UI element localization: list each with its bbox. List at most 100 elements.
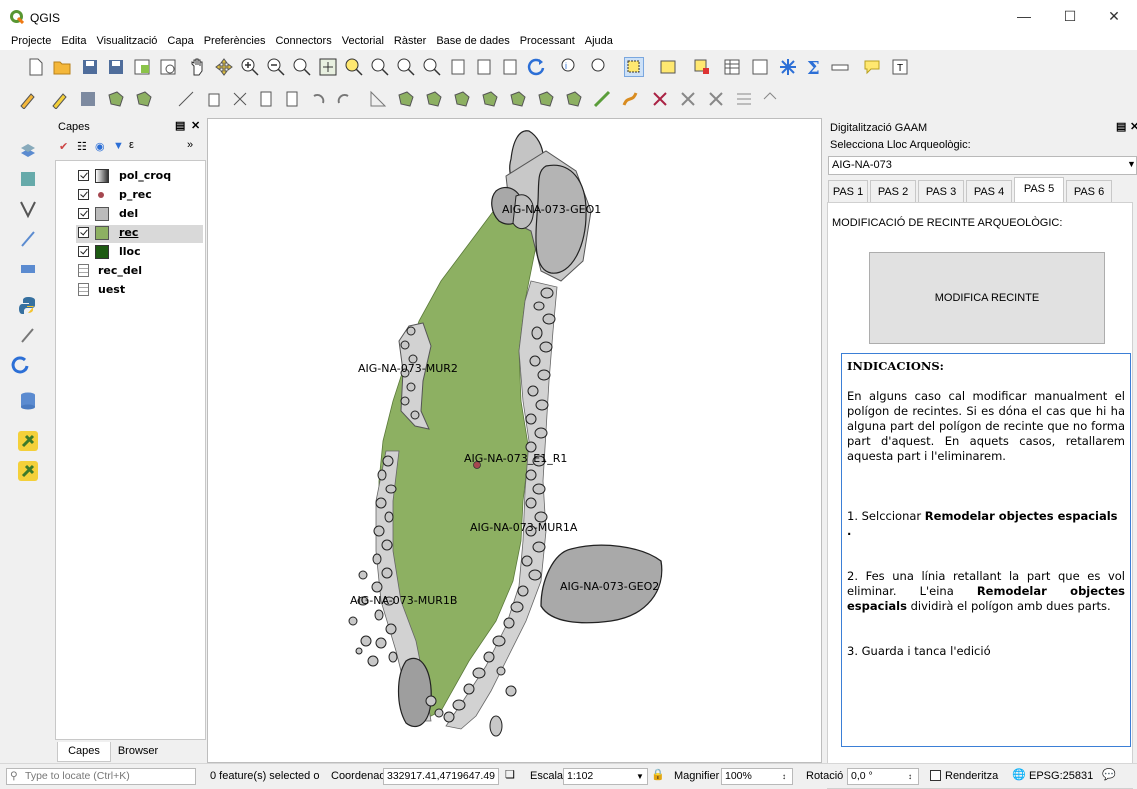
save-project-icon[interactable] bbox=[80, 57, 100, 77]
delete-selected-icon[interactable] bbox=[204, 89, 224, 109]
add-part-icon[interactable] bbox=[424, 89, 444, 109]
current-edits-icon[interactable] bbox=[18, 89, 38, 110]
scale-field[interactable]: 1:102 ▼ bbox=[563, 768, 648, 785]
layer-checkbox[interactable] bbox=[78, 170, 89, 181]
layer-row-rec-del[interactable]: rec_del bbox=[78, 263, 203, 281]
redo-icon[interactable] bbox=[334, 89, 354, 109]
merge-features-icon[interactable] bbox=[706, 89, 726, 109]
float-panel-icon[interactable]: ▤ bbox=[1116, 120, 1126, 133]
filter-expression-icon[interactable]: ε bbox=[129, 139, 134, 151]
messages-icon[interactable]: 💬 bbox=[1102, 768, 1116, 781]
add-spatialite-icon[interactable] bbox=[18, 259, 38, 279]
new-print-layout-icon[interactable] bbox=[132, 57, 152, 77]
measure-icon[interactable] bbox=[830, 57, 850, 77]
add-raster-icon[interactable] bbox=[18, 169, 38, 189]
layer-checkbox[interactable] bbox=[78, 227, 89, 238]
menu-capa[interactable]: Capa bbox=[162, 33, 198, 50]
undo-icon[interactable] bbox=[308, 89, 328, 109]
locator-input[interactable]: ⚲ Type to locate (Ctrl+K) bbox=[6, 768, 196, 785]
temporal-controller-icon[interactable] bbox=[500, 57, 520, 77]
menu-preferencies[interactable]: Preferències bbox=[199, 33, 271, 50]
sum-icon[interactable]: Σ bbox=[804, 57, 824, 79]
paste-icon[interactable] bbox=[282, 89, 302, 109]
menu-vectorial[interactable]: Vectorial bbox=[337, 33, 389, 50]
new-project-icon[interactable] bbox=[26, 57, 46, 77]
delete-ring-icon[interactable] bbox=[480, 89, 500, 109]
identify-icon[interactable]: i bbox=[560, 57, 580, 77]
split-parts-icon[interactable] bbox=[678, 89, 698, 109]
visibility-icon[interactable]: ◉ bbox=[95, 140, 105, 153]
menu-processant[interactable]: Processant bbox=[515, 33, 580, 50]
fill-ring-icon[interactable] bbox=[452, 89, 472, 109]
float-panel-icon[interactable]: ▤ bbox=[175, 119, 185, 132]
tab-capes[interactable]: Capes bbox=[57, 742, 111, 762]
copy-icon[interactable] bbox=[256, 89, 276, 109]
mouse-extent-icon[interactable]: ❏ bbox=[505, 768, 515, 781]
save-edits-icon[interactable] bbox=[78, 89, 98, 109]
trim-extend-icon[interactable] bbox=[620, 89, 640, 109]
attribute-table-icon[interactable] bbox=[722, 57, 742, 77]
tab-pas-6[interactable]: PAS 6 bbox=[1066, 180, 1112, 202]
add-delimited-text-icon[interactable] bbox=[18, 229, 38, 249]
run-action-icon[interactable] bbox=[590, 57, 610, 77]
layer-row-uest[interactable]: uest bbox=[78, 282, 203, 300]
rotate-point-symbols-icon[interactable] bbox=[760, 89, 780, 109]
lock-scale-icon[interactable]: 🔒 bbox=[651, 768, 665, 781]
show-bookmarks-icon[interactable] bbox=[474, 57, 494, 77]
menu-visualitzacio[interactable]: Visualització bbox=[91, 33, 162, 50]
coordinate-field[interactable]: 332917.41,4719647.49 bbox=[383, 768, 499, 785]
data-source-manager-icon[interactable] bbox=[18, 139, 38, 159]
select-by-value-icon[interactable] bbox=[658, 57, 678, 77]
layer-checkbox[interactable] bbox=[78, 208, 89, 219]
zoom-native-icon[interactable] bbox=[292, 57, 312, 77]
tab-pas-1[interactable]: PAS 1 bbox=[828, 180, 868, 202]
script-editor-icon[interactable] bbox=[18, 325, 38, 345]
maximize-button[interactable]: ☐ bbox=[1047, 0, 1093, 33]
merge-attributes-icon[interactable] bbox=[734, 89, 754, 109]
layer-row-lloc[interactable]: lloc bbox=[78, 244, 203, 262]
menu-projecte[interactable]: Projecte bbox=[6, 33, 56, 50]
styling-icon[interactable]: ✔ bbox=[59, 140, 68, 153]
zoom-full-icon[interactable] bbox=[318, 57, 338, 77]
plugin-gaam-icon-2[interactable] bbox=[18, 461, 38, 481]
zoom-out-icon[interactable] bbox=[266, 57, 286, 77]
reshape-features-icon[interactable] bbox=[536, 89, 556, 109]
filter-icon[interactable]: ▼ bbox=[113, 140, 124, 152]
menu-raster[interactable]: Ràster bbox=[389, 33, 431, 50]
toggle-editing-icon[interactable] bbox=[50, 89, 70, 110]
menu-base-de-dades[interactable]: Base de dades bbox=[431, 33, 514, 50]
layer-checkbox[interactable] bbox=[78, 189, 89, 200]
layer-row-p-rec[interactable]: p_rec bbox=[78, 187, 203, 205]
menu-connectors[interactable]: Connectors bbox=[270, 33, 336, 50]
magnifier-field[interactable]: 100% ↕ bbox=[721, 768, 793, 785]
text-annotation-icon[interactable]: T bbox=[890, 57, 910, 77]
layout-manager-icon[interactable] bbox=[158, 57, 178, 77]
tab-pas-2[interactable]: PAS 2 bbox=[870, 180, 916, 202]
select-features-icon[interactable] bbox=[624, 57, 644, 77]
split-features-icon[interactable] bbox=[650, 89, 670, 109]
pan-to-selection-icon[interactable] bbox=[214, 57, 234, 77]
deselect-icon[interactable] bbox=[692, 57, 712, 77]
zoom-selection-icon[interactable] bbox=[344, 57, 364, 77]
plugin-gaam-icon[interactable] bbox=[18, 431, 38, 451]
cut-icon[interactable] bbox=[230, 89, 250, 109]
advanced-digitize-icon[interactable] bbox=[368, 89, 388, 109]
layer-row-rec[interactable]: rec bbox=[76, 225, 203, 243]
zoom-in-icon[interactable] bbox=[240, 57, 260, 77]
refresh-plugin-icon[interactable] bbox=[10, 355, 30, 375]
close-panel-icon[interactable]: ✕ bbox=[1130, 120, 1137, 133]
reverse-line-icon[interactable] bbox=[592, 89, 612, 109]
pan-icon[interactable] bbox=[188, 57, 208, 77]
offset-curve-icon[interactable] bbox=[564, 89, 584, 109]
menu-ajuda[interactable]: Ajuda bbox=[580, 33, 618, 50]
close-panel-icon[interactable]: ✕ bbox=[191, 119, 200, 132]
add-vector-icon[interactable] bbox=[18, 199, 38, 219]
tab-pas-5[interactable]: PAS 5 bbox=[1014, 177, 1064, 202]
tab-pas-3[interactable]: PAS 3 bbox=[918, 180, 964, 202]
more-icon[interactable]: » bbox=[187, 139, 193, 151]
database-icon[interactable] bbox=[18, 391, 38, 411]
tab-browser[interactable]: Browser bbox=[113, 742, 163, 760]
new-bookmark-icon[interactable] bbox=[448, 57, 468, 77]
statistics-icon[interactable] bbox=[750, 57, 770, 77]
rotation-field[interactable]: 0,0 ° ↕ bbox=[847, 768, 919, 785]
